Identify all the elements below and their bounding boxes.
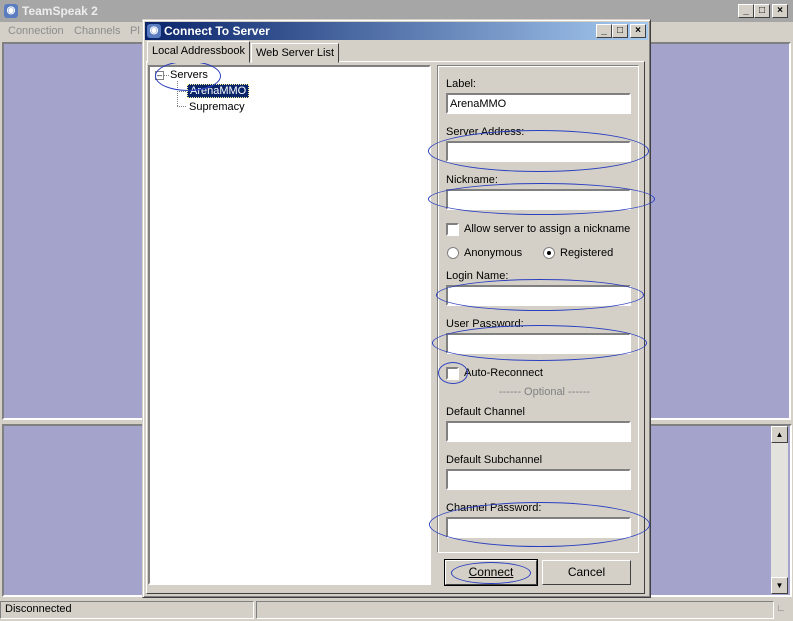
- menu-connection[interactable]: Connection: [8, 25, 64, 37]
- nickname-input[interactable]: [446, 189, 631, 210]
- dialog-headset-icon: ◉: [147, 24, 161, 38]
- allow-nickname-label: Allow server to assign a nickname: [464, 223, 631, 235]
- dialog-title-bar: ◉ Connect To Server _ □ ×: [145, 22, 648, 40]
- main-maximize-button[interactable]: □: [754, 4, 770, 18]
- server-address-input[interactable]: [446, 141, 631, 162]
- channel-tree-pane-right: [648, 42, 791, 420]
- registered-label: Registered: [560, 247, 614, 259]
- anonymous-label: Anonymous: [464, 247, 523, 259]
- dialog-close-button[interactable]: ×: [630, 24, 646, 38]
- tree-collapse-icon[interactable]: –: [155, 71, 164, 80]
- anonymous-radio[interactable]: [447, 247, 459, 259]
- connect-button-label: Connect: [468, 565, 514, 579]
- user-password-label: User Password:: [446, 318, 524, 330]
- main-window-title: TeamSpeak 2: [22, 4, 98, 18]
- tree-item-supremacy[interactable]: Supremacy: [189, 101, 245, 113]
- menu-players[interactable]: Pl: [130, 25, 140, 37]
- chat-pane-left: [2, 424, 144, 597]
- teamspeak-headset-icon: ◉: [4, 4, 18, 18]
- connect-button[interactable]: Connect: [445, 560, 537, 585]
- registered-radio[interactable]: [543, 247, 555, 259]
- auto-reconnect-label: Auto-Reconnect: [464, 367, 543, 379]
- default-subchannel-label: Default Subchannel: [446, 454, 543, 466]
- radio-selected-dot: [547, 251, 551, 255]
- dialog-title: Connect To Server: [164, 24, 270, 38]
- tree-connector: [177, 106, 186, 107]
- tree-item-arenammo[interactable]: ArenaMMO: [187, 84, 250, 98]
- dialog-minimize-button[interactable]: _: [596, 24, 612, 38]
- channel-password-label: Channel Password:: [446, 502, 542, 514]
- server-address-label: Server Address:: [446, 126, 525, 138]
- tree-connector: [177, 91, 186, 92]
- main-minimize-button[interactable]: _: [738, 4, 754, 18]
- login-name-label: Login Name:: [446, 270, 509, 282]
- label-field-label: Label:: [446, 78, 476, 90]
- default-subchannel-input[interactable]: [446, 469, 631, 490]
- size-grip-icon[interactable]: ∟: [776, 603, 786, 614]
- user-password-input[interactable]: [446, 333, 631, 354]
- main-close-button[interactable]: ×: [772, 4, 788, 18]
- optional-separator: ------ Optional ------: [499, 386, 591, 398]
- nickname-label: Nickname:: [446, 174, 498, 186]
- status-text: Disconnected: [0, 601, 254, 619]
- status-bar: Disconnected ∟: [0, 599, 793, 621]
- tab-web-server-list[interactable]: Web Server List: [251, 43, 340, 63]
- status-section-secondary: [256, 601, 774, 619]
- chat-vertical-scrollbar[interactable]: ▲ ▼: [771, 426, 788, 594]
- cancel-button[interactable]: Cancel: [542, 560, 631, 585]
- channel-password-input[interactable]: [446, 517, 631, 538]
- channel-tree-pane-left: [2, 42, 144, 420]
- default-channel-input[interactable]: [446, 421, 631, 442]
- server-tree[interactable]: [148, 65, 431, 585]
- scroll-down-arrow-icon[interactable]: ▼: [771, 577, 788, 594]
- label-input[interactable]: [446, 93, 631, 114]
- scroll-up-arrow-icon[interactable]: ▲: [771, 426, 788, 443]
- tree-connector: [177, 81, 178, 106]
- dialog-maximize-button[interactable]: □: [612, 24, 628, 38]
- allow-nickname-checkbox[interactable]: [446, 223, 459, 236]
- auto-reconnect-checkbox[interactable]: [446, 367, 459, 380]
- login-name-input[interactable]: [446, 285, 631, 306]
- default-channel-label: Default Channel: [446, 406, 525, 418]
- tab-local-addressbook[interactable]: Local Addressbook: [147, 41, 250, 63]
- menu-channels[interactable]: Channels: [74, 25, 120, 37]
- tree-root-servers[interactable]: Servers: [170, 69, 208, 81]
- tree-connector: [164, 75, 169, 76]
